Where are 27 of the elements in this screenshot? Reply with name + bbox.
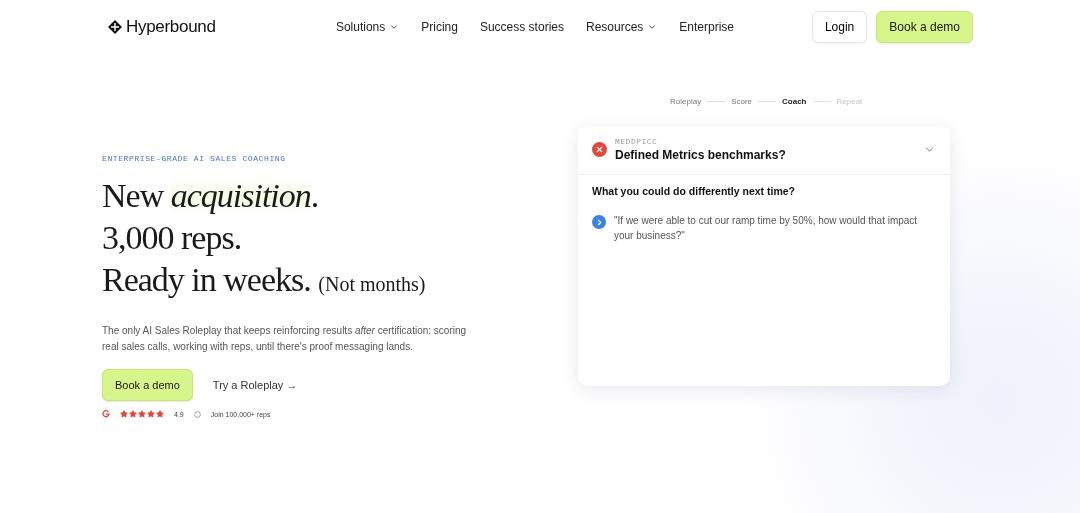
nav-link[interactable]: Resources	[585, 20, 658, 34]
nav-link[interactable]: Solutions	[335, 20, 400, 34]
try-roleplay-link[interactable]: Try a Roleplay →	[212, 379, 298, 391]
logo-icon	[108, 20, 122, 34]
step-label: Coach	[782, 97, 807, 106]
book-demo-button[interactable]: Book a demo	[102, 369, 193, 401]
hero-description: The only AI Sales Roleplay that keeps reinforcing results after certification: scoring real sales calls, working with reps, until there's proof messaging lands.	[102, 324, 467, 354]
headline-line: Ready in weeks. (Not months)	[102, 260, 427, 300]
globe-icon	[193, 410, 201, 418]
login-button[interactable]: Login	[811, 11, 868, 43]
step-label: Roleplay	[670, 97, 702, 106]
chevron-down-icon	[647, 22, 658, 32]
suggestion-text: "If we were able to cut our ramp time by 50%, how would that impact your business?"	[614, 214, 919, 243]
step-label: Score	[731, 97, 753, 106]
brand-name[interactable]: Hyperbound	[126, 17, 216, 37]
eyebrow-label: ENTERPRISE-GRADE AI SALES COACHING	[102, 154, 287, 163]
nav-link[interactable]: Success stories	[479, 20, 564, 34]
chevron-right-icon	[592, 215, 606, 229]
card-title: Defined Metrics benchmarks?	[615, 148, 787, 162]
g-logo-icon	[102, 410, 110, 418]
chevron-down-icon	[389, 22, 400, 32]
headline-line: 3,000 reps.	[102, 218, 243, 258]
framework-tag: MEDDPICC	[615, 137, 915, 146]
book-demo-button[interactable]: Book a demo	[876, 11, 973, 43]
card-question: What you could do differently next time?	[592, 185, 796, 197]
nav-link[interactable]: Enterprise	[679, 20, 735, 34]
nav-link[interactable]: Pricing	[421, 20, 458, 34]
